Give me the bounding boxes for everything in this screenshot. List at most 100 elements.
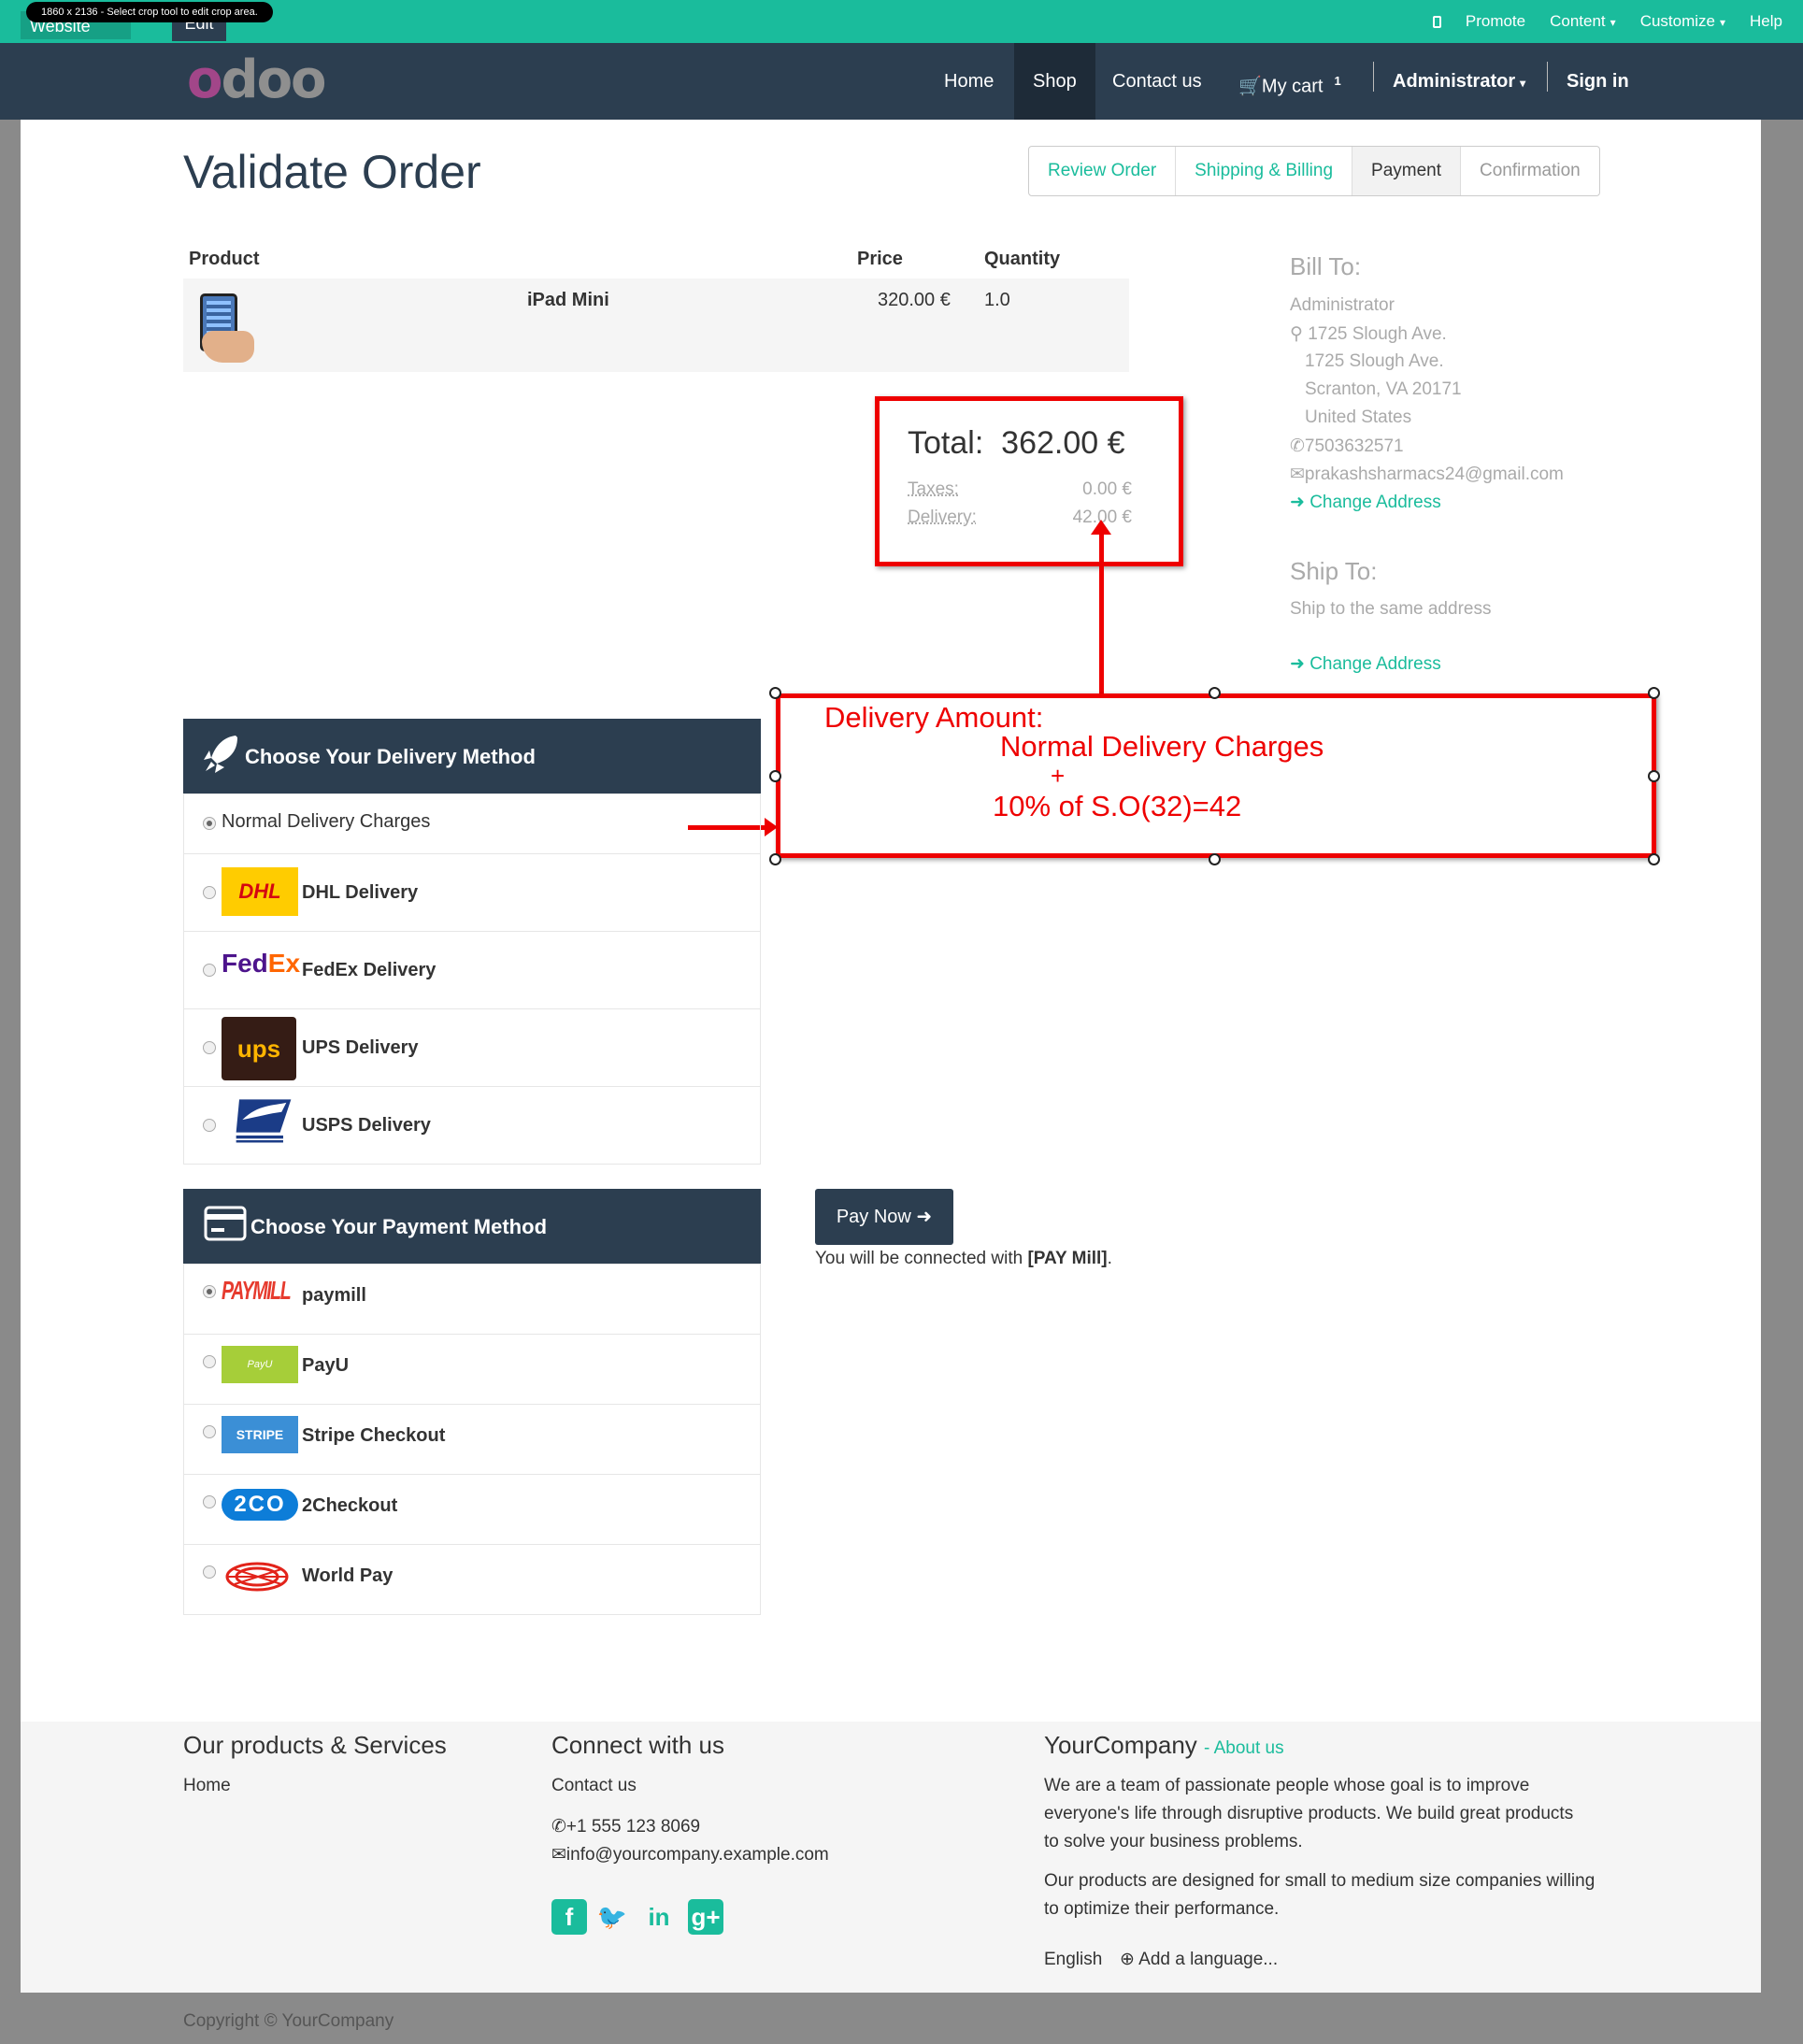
list-item[interactable]: PAYMILL paymill	[184, 1264, 760, 1334]
google-plus-icon[interactable]: g+	[688, 1899, 723, 1935]
crop-handle[interactable]	[1648, 853, 1660, 865]
footer-connect-heading: Connect with us	[551, 1731, 724, 1759]
list-item[interactable]: DHL DHL Delivery	[184, 853, 760, 931]
ship-change-address-link[interactable]: ➜ Change Address	[1290, 653, 1441, 675]
payment-provider-note: You will be connected with [PAY Mill].	[815, 1249, 1112, 1268]
payment-panel-header: Choose Your Payment Method	[183, 1189, 761, 1264]
nav-shop[interactable]: Shop	[1014, 43, 1095, 120]
annotation-line-2: Normal Delivery Charges	[1000, 730, 1324, 763]
crop-handle[interactable]	[769, 853, 781, 865]
checkout-wizard: Review Order Shipping & Billing Payment …	[1028, 146, 1600, 196]
list-item[interactable]: 2CO 2Checkout	[184, 1474, 760, 1544]
crop-handle[interactable]	[769, 770, 781, 782]
payment-paymill-label: paymill	[302, 1285, 366, 1306]
twitter-icon[interactable]: 🐦	[594, 1899, 630, 1935]
cart-icon: 🛒	[1238, 76, 1262, 97]
list-item[interactable]: Normal Delivery Charges	[184, 793, 760, 853]
nav-user-menu[interactable]: Administrator	[1393, 43, 1525, 120]
payu-logo: PayU	[222, 1346, 298, 1383]
paymill-logo: PAYMILL	[222, 1276, 292, 1305]
list-item[interactable]: FedEx FedEx Delivery	[184, 931, 760, 1008]
arrow-right-icon: ➜	[1290, 493, 1305, 512]
help-menu[interactable]: Help	[1750, 12, 1782, 31]
phone-icon: ✆	[551, 1817, 566, 1837]
facebook-icon[interactable]: f	[551, 1899, 587, 1935]
bill-to-email: ✉prakashsharmacs24@gmail.com	[1290, 465, 1564, 484]
footer-add-language-link[interactable]: ⊕ Add a language...	[1120, 1946, 1278, 1974]
customize-menu[interactable]: Customize	[1640, 12, 1725, 31]
footer-language-english[interactable]: English	[1044, 1946, 1102, 1974]
bill-to-phone: ✆7503632571	[1290, 436, 1404, 456]
mobile-preview-icon[interactable]	[1432, 15, 1441, 28]
nav-contact[interactable]: Contact us	[1112, 43, 1202, 120]
delivery-dhl-label: DHL Delivery	[302, 882, 419, 903]
radio-button[interactable]	[203, 1119, 216, 1132]
arrow-right-icon: ➜	[916, 1207, 933, 1227]
list-item[interactable]: STRIPE Stripe Checkout	[184, 1404, 760, 1474]
nav-sign-in[interactable]: Sign in	[1567, 43, 1629, 120]
footer-home-link[interactable]: Home	[183, 1772, 231, 1800]
crop-handle[interactable]	[1648, 687, 1660, 699]
envelope-icon: ✉	[551, 1845, 566, 1865]
wizard-step-payment: Payment	[1352, 147, 1462, 195]
product-name[interactable]: iPad Mini	[527, 290, 609, 311]
rocket-icon	[204, 736, 237, 773]
cart-count-badge: 1	[1334, 74, 1341, 88]
radio-button[interactable]	[203, 1495, 216, 1508]
order-total-highlight: Total: 362.00 € Taxes: 0.00 € Delivery: …	[875, 396, 1183, 566]
product-quantity: 1.0	[984, 290, 1010, 310]
radio-button[interactable]	[203, 1285, 216, 1298]
footer	[21, 1722, 1761, 1993]
delivery-ups-label: UPS Delivery	[302, 1037, 419, 1058]
footer-about-text-2: Our products are designed for small to m…	[1044, 1871, 1596, 1919]
footer-about-text: We are a team of passionate people whose…	[1044, 1776, 1574, 1851]
payment-method-list: PAYMILL paymill PayU PayU STRIPE Stripe …	[183, 1264, 761, 1615]
worldpay-globe-icon	[225, 1562, 289, 1592]
payment-stripe-label: Stripe Checkout	[302, 1425, 446, 1446]
list-item[interactable]: World Pay	[184, 1544, 760, 1614]
crop-handle[interactable]	[1209, 687, 1221, 699]
list-item[interactable]: ups UPS Delivery	[184, 1008, 760, 1086]
product-price: 320.00 €	[878, 290, 951, 310]
radio-button[interactable]	[203, 1425, 216, 1438]
footer-company-heading: YourCompany - About us	[1044, 1731, 1284, 1759]
credit-card-icon	[204, 1206, 247, 1241]
payment-payu-label: PayU	[302, 1355, 350, 1376]
wizard-step-shipping[interactable]: Shipping & Billing	[1176, 147, 1353, 195]
pay-now-button[interactable]: Pay Now ➜	[815, 1189, 953, 1245]
nav-home[interactable]: Home	[944, 43, 994, 120]
bill-to-heading: Bill To:	[1290, 252, 1362, 280]
crop-handle[interactable]	[1648, 770, 1660, 782]
radio-button[interactable]	[203, 817, 216, 830]
footer-products-heading: Our products & Services	[183, 1731, 447, 1759]
footer-contact-link[interactable]: Contact us	[551, 1772, 637, 1800]
delivery-method-list: Normal Delivery Charges DHL DHL Delivery…	[183, 793, 761, 1165]
odoo-logo[interactable]: odoo	[187, 52, 327, 108]
list-item[interactable]: USPS Delivery	[184, 1086, 760, 1164]
footer-about-link[interactable]: - About us	[1204, 1738, 1284, 1758]
bill-to-country: United States	[1305, 407, 1412, 427]
crop-handle[interactable]	[769, 687, 781, 699]
crop-handle[interactable]	[1209, 853, 1221, 865]
radio-button[interactable]	[203, 1565, 216, 1579]
radio-button[interactable]	[203, 1041, 216, 1054]
content-menu[interactable]: Content	[1550, 12, 1616, 31]
dhl-logo: DHL	[222, 867, 298, 916]
radio-button[interactable]	[203, 1355, 216, 1368]
bill-to-street: ⚲ 1725 Slough Ave.	[1290, 324, 1447, 344]
annotation-arrowhead-up	[1091, 520, 1111, 535]
table-row: iPad Mini 320.00 € 1.0	[183, 279, 1129, 372]
taxes-value: 0.00 €	[1082, 479, 1132, 499]
promote-menu[interactable]: Promote	[1466, 12, 1525, 31]
list-item[interactable]: PayU PayU	[184, 1334, 760, 1404]
crop-tooltip: 1860 x 2136 - Select crop tool to edit c…	[26, 2, 273, 22]
nav-cart[interactable]: 🛒My cart 1	[1238, 43, 1341, 120]
bill-change-address-link[interactable]: ➜ Change Address	[1290, 492, 1441, 513]
footer-phone: ✆+1 555 123 8069	[551, 1817, 701, 1837]
linkedin-icon[interactable]: in	[637, 1899, 680, 1935]
phone-icon: ✆	[1290, 436, 1305, 456]
radio-button[interactable]	[203, 886, 216, 899]
wizard-step-review[interactable]: Review Order	[1029, 147, 1177, 195]
radio-button[interactable]	[203, 964, 216, 977]
footer-email: ✉info@yourcompany.example.com	[551, 1845, 829, 1865]
